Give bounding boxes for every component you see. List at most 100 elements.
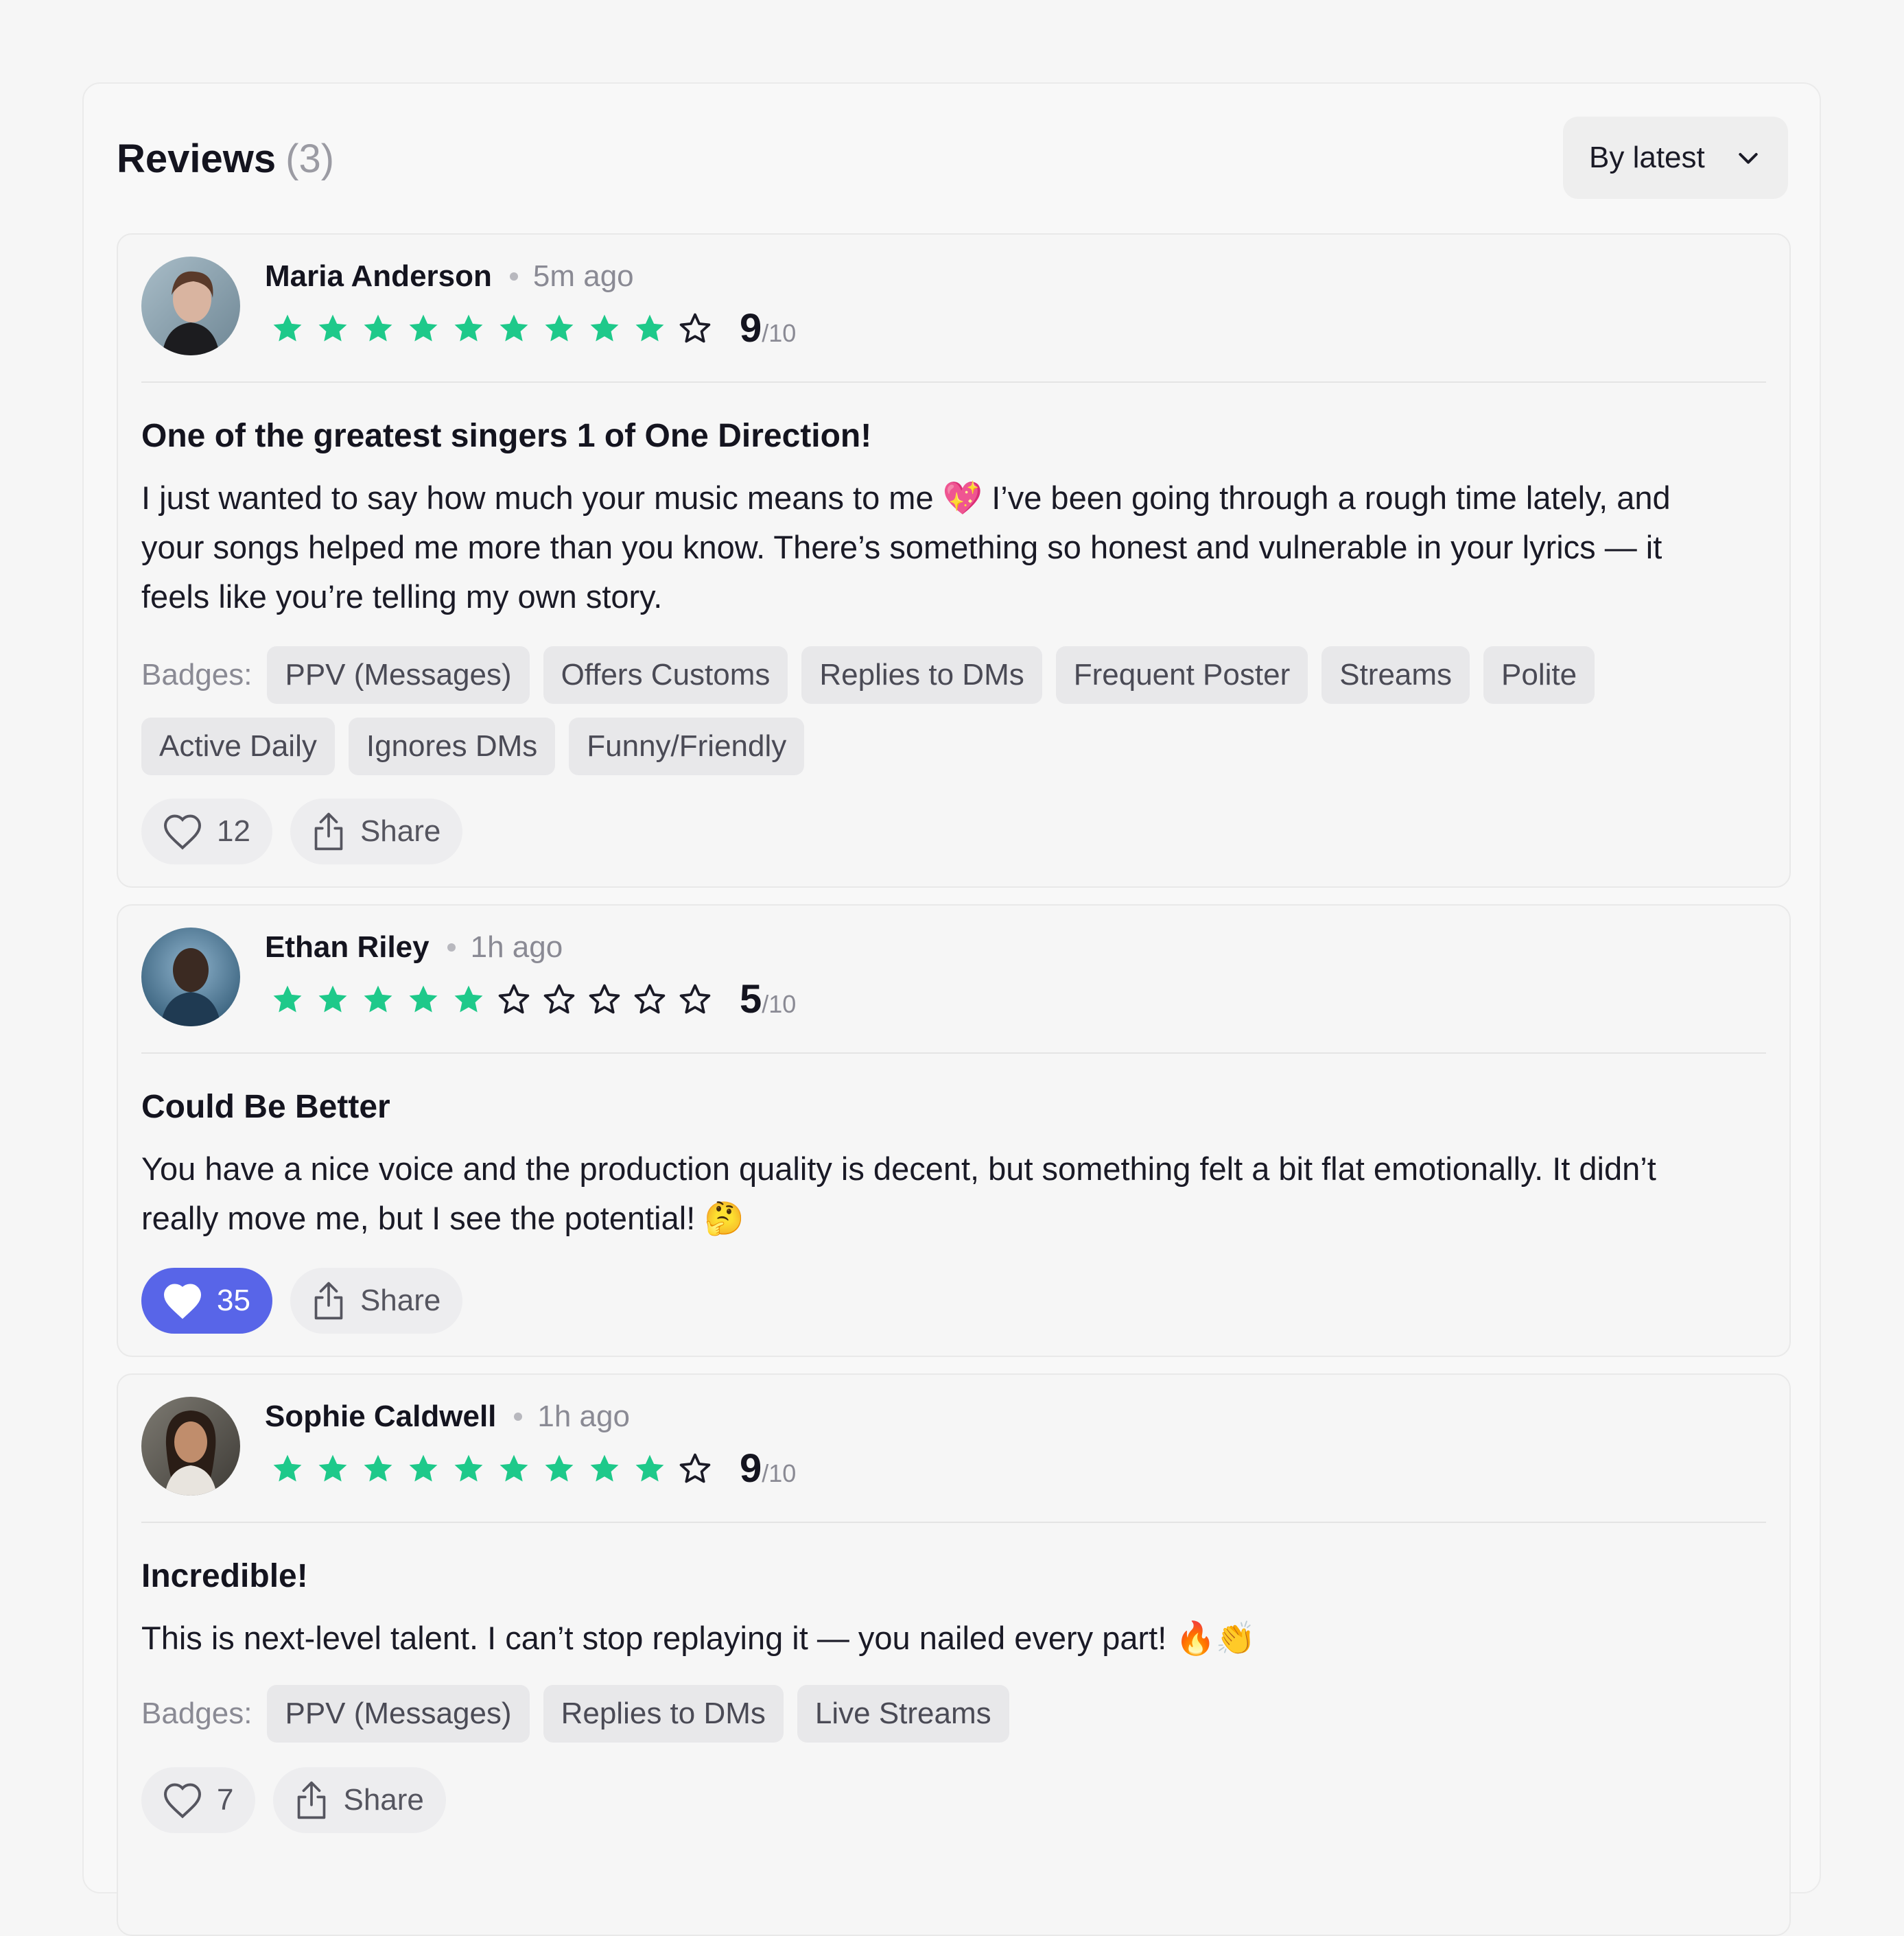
separator-dot [447,943,456,952]
star-filled-icon [364,985,392,1013]
star-rating: 9/10 [270,309,796,349]
share-button[interactable]: Share [290,1268,463,1334]
star-filled-icon [499,1454,528,1482]
star-empty-icon [543,984,575,1014]
badge: Ignores DMs [348,718,556,775]
badges-label: Badges: [141,658,252,692]
like-button[interactable]: 35 [141,1268,272,1334]
review-title: Could Be Better [141,1089,390,1125]
rating-max: /10 [762,1459,797,1487]
rating-score: 9/10 [740,309,796,349]
heart-icon [163,1783,202,1819]
star-filled-icon [318,985,347,1013]
rating-value: 5 [740,977,762,1022]
review-time: 5m ago [532,259,634,293]
like-count: 35 [217,1284,250,1317]
star-filled-icon [454,1454,483,1482]
avatar[interactable] [141,1397,240,1496]
star-filled-icon [545,314,574,342]
review-time: 1h ago [470,930,563,964]
star-filled-icon [364,1454,392,1482]
sort-dropdown[interactable]: By latest [1563,117,1788,199]
share-icon [314,1282,343,1320]
share-button[interactable]: Share [273,1767,446,1833]
rating-max: /10 [762,990,797,1018]
star-empty-icon [589,984,620,1014]
star-filled-icon [635,314,664,342]
star-filled-icon [273,1454,302,1482]
like-button[interactable]: 12 [141,799,272,864]
share-button[interactable]: Share [290,799,463,864]
review-card: Ethan Riley 1h ago 5/10 Could Be Better Y… [117,904,1791,1357]
rating-score: 9/10 [740,1449,796,1489]
badge-list: Badges: PPV (Messages) Replies to DMs Live… [141,1685,1766,1743]
divider [141,1522,1766,1523]
share-icon [314,812,343,851]
reviewer-name[interactable]: Sophie Caldwell 1h ago [265,1400,630,1434]
share-label: Share [360,814,441,848]
star-filled-icon [409,985,438,1013]
reviewer-name[interactable]: Maria Anderson 5m ago [265,259,634,294]
review-card: Sophie Caldwell 1h ago 9/10 Incredible! T… [117,1373,1791,1936]
badge: Polite [1483,646,1595,704]
review-actions: 12 Share [141,799,463,864]
separator-dot [514,1413,523,1421]
review-time: 1h ago [537,1400,630,1433]
reviewer-name[interactable]: Ethan Riley 1h ago [265,930,563,965]
review-title: One of the greatest singers 1 of One Dir… [141,418,872,454]
divider [141,381,1766,383]
reviewer-name-text: Ethan Riley [265,930,430,964]
badge: Live Streams [797,1685,1009,1743]
star-filled-icon [364,314,392,342]
review-actions: 7 Share [141,1767,446,1833]
heart-icon [163,1284,202,1319]
rating-score: 5/10 [740,980,796,1019]
star-filled-icon [318,314,347,342]
star-filled-icon [454,314,483,342]
review-card: Maria Anderson 5m ago 9/10 One of the gre… [117,233,1791,888]
chevron-down-icon [1739,153,1758,164]
star-filled-icon [454,985,483,1013]
review-actions: 35 Share [141,1268,463,1334]
like-button[interactable]: 7 [141,1767,256,1833]
star-filled-icon [318,1454,347,1482]
rating-value: 9 [740,306,762,351]
reviews-header: Reviews (3) By latest [117,117,1788,199]
star-filled-icon [635,1454,664,1482]
reviews-title: Reviews (3) [117,136,334,182]
like-count: 7 [217,1783,234,1817]
star-empty-icon [498,984,530,1014]
like-count: 12 [217,814,250,848]
avatar[interactable] [141,928,240,1026]
badges-label: Badges: [141,1697,252,1730]
review-body: I just wanted to say how much your music… [141,480,1671,615]
share-label: Share [360,1284,441,1317]
badge: PPV (Messages) [267,646,530,704]
reviews-count: (3) [285,137,335,181]
review-body: This is next-level talent. I can’t stop … [141,1620,1256,1656]
star-filled-icon [409,1454,438,1482]
badge: Funny/Friendly [569,718,805,775]
reviewer-name-text: Sophie Caldwell [265,1400,497,1433]
star-filled-icon [545,1454,574,1482]
badge: Offers Customs [543,646,788,704]
rating-max: /10 [762,319,797,347]
star-filled-icon [499,314,528,342]
badge: Frequent Poster [1055,646,1308,704]
badge-list: Badges: PPV (Messages) Offers Customs Repl… [141,646,1766,775]
share-label: Share [343,1783,424,1817]
reviews-panel: Reviews (3) By latest Maria Anderson 5m ag… [82,82,1821,1936]
review-body: You have a nice voice and the production… [141,1150,1656,1236]
badge: Active Daily [141,718,335,775]
avatar[interactable] [141,257,240,355]
badge: PPV (Messages) [267,1685,530,1743]
share-icon [298,1781,326,1819]
star-rating: 9/10 [270,1449,796,1489]
star-filled-icon [273,314,302,342]
review-title: Incredible! [141,1558,308,1594]
reviews-title-text: Reviews [117,137,277,181]
star-rating: 5/10 [270,980,796,1019]
separator-dot [509,272,518,281]
badge: Replies to DMs [543,1685,784,1743]
heart-icon [163,814,202,850]
